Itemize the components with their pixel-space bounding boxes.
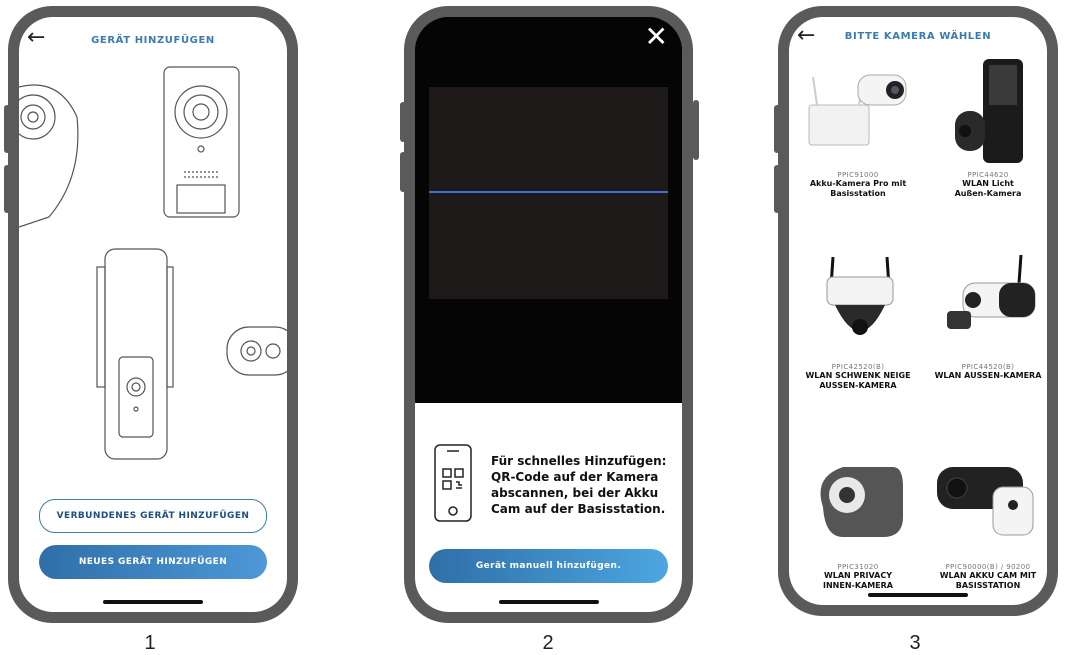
camera-pan-tilt-image xyxy=(826,256,894,335)
camera-name: BASISSTATION xyxy=(955,581,1021,590)
page-title: BITTE KAMERA WÄHLEN xyxy=(844,31,992,42)
camera-card-ppic90000b[interactable]: PPIC90000(B) / 90200 WLAN AKKU CAM MIT B… xyxy=(927,447,1047,591)
device-illustration xyxy=(19,66,287,460)
camera-card-ppic91000[interactable]: PPIC91000 Akku-Kamera Pro mit Basisstati… xyxy=(797,55,919,199)
camera-card-ppic44520b[interactable]: PPIC44520(B) WLAN AUSSEN-KAMERA xyxy=(927,247,1047,381)
camera-code: PPIC42520(B) xyxy=(831,363,885,371)
qr-hint-text: Für schnelles Hinzufügen: QR-Code auf de… xyxy=(491,453,672,517)
phone-3: ← BITTE KAMERA WÄHLEN PPIC91000 Akku-Kam… xyxy=(778,6,1058,616)
page-title: GERÄT HINZUFÜGEN xyxy=(91,35,215,46)
camera-name: WLAN Licht xyxy=(962,179,1014,188)
camera-name: INNEN-KAMERA xyxy=(822,581,893,590)
camera-privacy-indoor-image xyxy=(820,467,903,537)
qr-hint-line: abscannen, bei der Akku xyxy=(491,486,659,500)
camera-code: PPIC44520(B) xyxy=(961,363,1015,371)
screen-qr-scan: ✕ Für schnelles Hinzufügen: QR-Code auf … xyxy=(415,17,682,612)
camera-name: WLAN PRIVACY xyxy=(823,571,893,580)
camera-name: Außen-Kamera xyxy=(954,189,1022,198)
phone-qr-icon xyxy=(434,444,472,522)
home-indicator[interactable] xyxy=(498,600,599,604)
step-label-1: 1 xyxy=(144,632,156,654)
camera-name: WLAN SCHWENK NEIGE xyxy=(805,371,911,380)
camera-card-ppic44620[interactable]: PPIC44620 WLAN Licht Außen-Kamera xyxy=(927,55,1047,199)
camera-code: PPIC44620 xyxy=(967,171,1009,179)
step-label-3: 3 xyxy=(909,632,921,654)
camera-name: Basisstation xyxy=(830,189,886,198)
qr-scan-area[interactable] xyxy=(429,87,668,299)
phone-1: ← GERÄT HINZUFÜGEN VERBUNDENES GERÄT HIN… xyxy=(8,6,298,623)
camera-code: PPIC91000 xyxy=(837,171,879,179)
qr-hint-line: Für schnelles Hinzufügen: xyxy=(491,454,667,468)
camera-battery-cam-image xyxy=(937,467,1034,536)
close-icon[interactable]: ✕ xyxy=(645,23,668,51)
add-connected-device-button[interactable]: VERBUNDENES GERÄT HINZUFÜGEN xyxy=(39,499,267,533)
screen-add-device: ← GERÄT HINZUFÜGEN VERBUNDENES GERÄT HIN… xyxy=(19,17,287,612)
add-new-device-button[interactable]: NEUES GERÄT HINZUFÜGEN xyxy=(39,545,267,579)
header: ← GERÄT HINZUFÜGEN xyxy=(19,17,287,61)
phone-2: ✕ Für schnelles Hinzufügen: QR-Code auf … xyxy=(404,6,693,623)
add-manually-button[interactable]: Gerät manuell hinzufügen. xyxy=(429,549,668,583)
qr-hint-line: QR-Code auf der Kamera xyxy=(491,470,659,484)
hint-panel: Für schnelles Hinzufügen: QR-Code auf de… xyxy=(415,403,682,612)
camera-name: WLAN AUSSEN-KAMERA xyxy=(934,371,1042,380)
qr-hint-line: Cam auf der Basisstation. xyxy=(491,502,666,516)
home-indicator[interactable] xyxy=(103,600,203,604)
camera-light-outdoor-image xyxy=(955,59,1023,163)
power-button xyxy=(693,100,699,160)
camera-battery-pro-image xyxy=(808,74,907,146)
screen-select-camera: ← BITTE KAMERA WÄHLEN PPIC91000 Akku-Kam… xyxy=(789,17,1047,605)
step-label-2: 2 xyxy=(542,632,554,654)
camera-name: AUSSEN-KAMERA xyxy=(819,381,897,390)
camera-code: PPIC31020 xyxy=(837,563,879,571)
camera-outdoor-image xyxy=(947,254,1036,329)
camera-card-ppic42520b[interactable]: PPIC42520(B) WLAN SCHWENK NEIGE AUSSEN-K… xyxy=(797,247,919,391)
camera-name: WLAN AKKU CAM MIT xyxy=(939,571,1037,580)
home-indicator[interactable] xyxy=(868,593,968,597)
scan-line xyxy=(429,191,668,193)
camera-view: ✕ xyxy=(415,17,682,403)
camera-name: Akku-Kamera Pro mit xyxy=(809,179,907,188)
camera-code: PPIC90000(B) / 90200 xyxy=(945,563,1031,571)
camera-card-ppic31020[interactable]: PPIC31020 WLAN PRIVACY INNEN-KAMERA xyxy=(797,447,919,591)
